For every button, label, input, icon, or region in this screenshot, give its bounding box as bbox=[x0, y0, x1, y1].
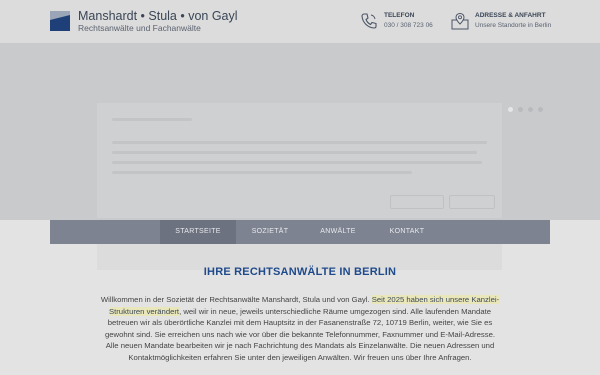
site-header: Manshardt • Stula • von Gayl Rechtsanwäl… bbox=[0, 0, 600, 43]
slider-dot[interactable] bbox=[508, 107, 513, 112]
nav-item-anwaelte[interactable]: ANWÄLTE bbox=[304, 220, 372, 244]
map-icon bbox=[451, 12, 469, 30]
slider-dot[interactable] bbox=[528, 107, 533, 112]
hero-slider bbox=[0, 43, 600, 220]
slide-button-secondary[interactable] bbox=[449, 195, 495, 209]
nav-item-sozietaet[interactable]: SOZIETÄT bbox=[236, 220, 304, 244]
address-value[interactable]: Unsere Standorte in Berlin bbox=[475, 22, 551, 29]
slider-dot[interactable] bbox=[518, 107, 523, 112]
intro-paragraph: Willkommen in der Sozietät der Rechtsanw… bbox=[100, 294, 500, 364]
phone-value[interactable]: 030 / 308 723 06 bbox=[384, 22, 433, 29]
intro-text-start: Willkommen in der Sozietät der Rechtsanw… bbox=[100, 295, 370, 304]
phone-label: TELEFON bbox=[384, 12, 415, 19]
slider-dots bbox=[508, 107, 543, 112]
brand-title[interactable]: Manshardt • Stula • von Gayl bbox=[78, 9, 238, 23]
address-label: ADRESSE & ANFAHRT bbox=[475, 12, 546, 19]
main-navigation: STARTSEITE SOZIETÄT ANWÄLTE KONTAKT bbox=[50, 220, 550, 244]
nav-item-kontakt[interactable]: KONTAKT bbox=[372, 220, 442, 244]
slider-dot[interactable] bbox=[538, 107, 543, 112]
nav-item-startseite[interactable]: STARTSEITE bbox=[160, 220, 236, 244]
logo-icon[interactable] bbox=[50, 11, 70, 31]
phone-icon bbox=[361, 13, 377, 29]
slide-button-primary[interactable] bbox=[390, 195, 444, 209]
brand-subtitle: Rechtsanwälte und Fachanwälte bbox=[78, 23, 201, 33]
page-heading: IHRE RECHTSANWÄLTE IN BERLIN bbox=[203, 266, 397, 278]
